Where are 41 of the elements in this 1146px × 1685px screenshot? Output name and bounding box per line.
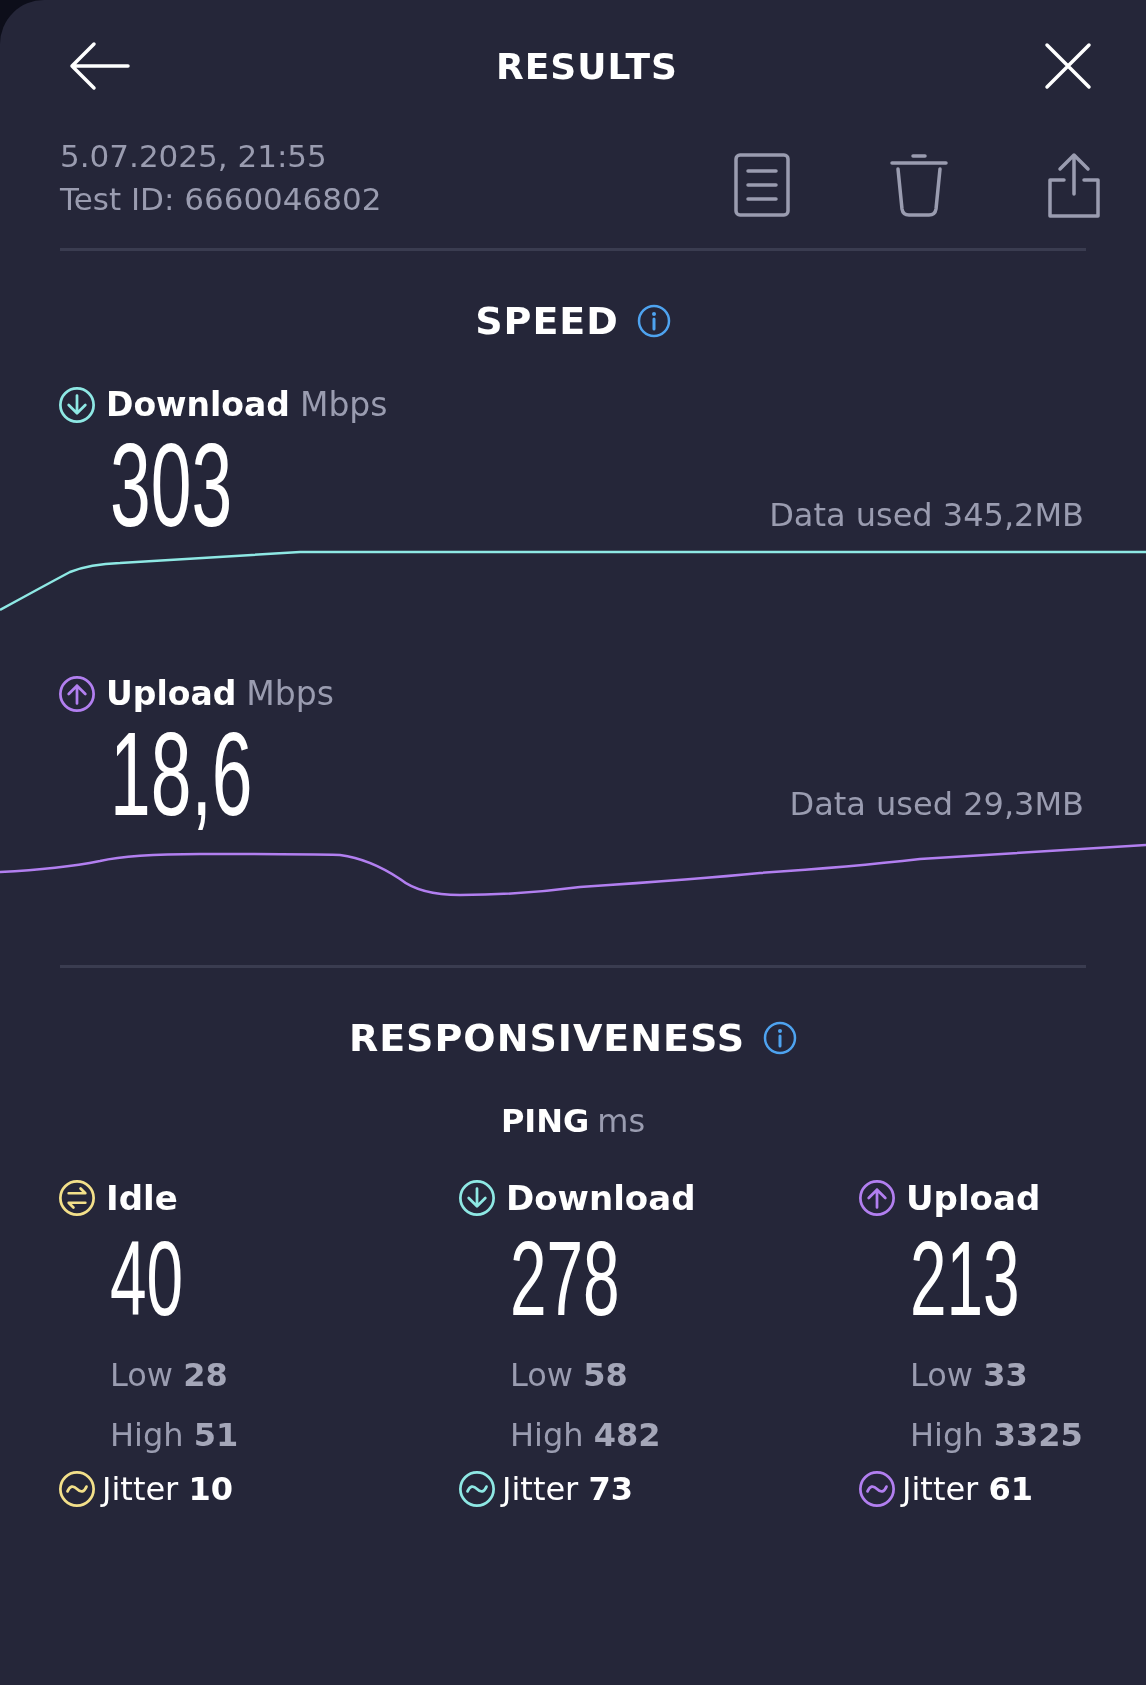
- ping-high: High 482: [510, 1416, 662, 1454]
- jitter-value: Jitter 61: [902, 1470, 1033, 1508]
- ping-unit: ms: [597, 1102, 646, 1140]
- info-icon[interactable]: [636, 304, 671, 338]
- ping-value: 40: [110, 1228, 185, 1328]
- close-icon[interactable]: [1044, 42, 1092, 90]
- test-date: 5.07.2025, 21:55: [60, 137, 328, 176]
- test-id: Test ID: 6660046802: [60, 180, 382, 219]
- share-icon[interactable]: [1048, 152, 1100, 218]
- download-icon: [58, 385, 96, 424]
- ping-high: High 51: [110, 1416, 240, 1454]
- speed-value: 303: [110, 430, 233, 540]
- ping-low: Low 28: [110, 1356, 229, 1394]
- jitter-value: Jitter 10: [102, 1470, 233, 1508]
- ping-value: 213: [910, 1228, 1021, 1328]
- wave-icon: [858, 1470, 896, 1508]
- ping-type-label: Idle: [106, 1178, 178, 1218]
- speed-unit: Mbps: [246, 674, 334, 713]
- info-icon[interactable]: [763, 1021, 798, 1055]
- ping-value: 278: [510, 1228, 621, 1328]
- ping-low: Low 33: [910, 1356, 1029, 1394]
- data-used: Data used 345,2MB: [769, 496, 1084, 534]
- section-title: SPEED: [475, 299, 619, 343]
- wave-icon: [58, 1470, 96, 1508]
- speed-label: Upload: [106, 674, 237, 713]
- section-title: RESPONSIVENESS: [348, 1016, 746, 1060]
- data-used: Data used 29,3MB: [789, 785, 1084, 823]
- ping-type-label: Download: [506, 1178, 696, 1218]
- document-icon[interactable]: [734, 153, 790, 217]
- jitter-value: Jitter 73: [502, 1470, 633, 1508]
- speed-value: 18,6: [110, 719, 253, 829]
- wave-icon: [458, 1470, 496, 1508]
- ping-label: PING: [500, 1102, 590, 1140]
- page-title: RESULTS: [496, 45, 678, 87]
- speed-label: Download: [106, 385, 290, 424]
- ping-high: High 3325: [910, 1416, 1084, 1454]
- ping-type-label: Upload: [906, 1178, 1041, 1218]
- speed-unit: Mbps: [299, 385, 388, 424]
- ping-low: Low 58: [510, 1356, 629, 1394]
- upload-icon: [58, 674, 96, 713]
- trash-icon[interactable]: [890, 153, 948, 217]
